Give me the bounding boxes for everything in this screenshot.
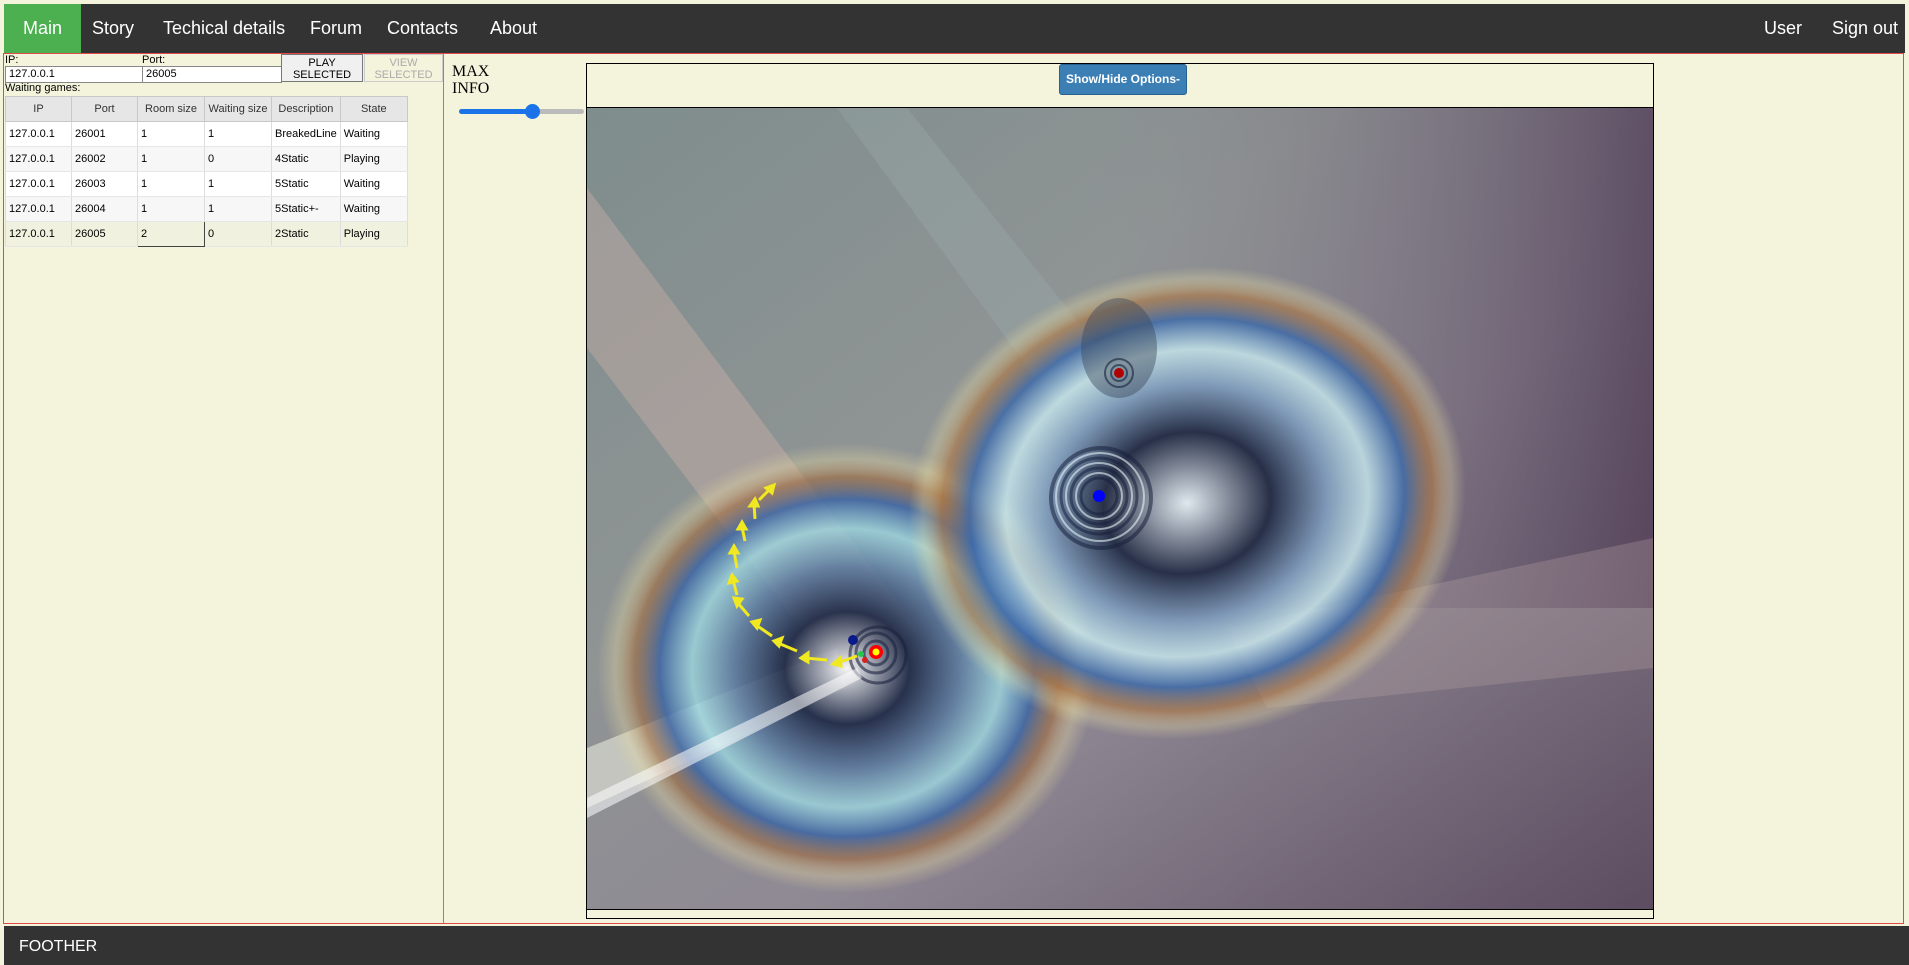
col-description[interactable]: Description: [271, 96, 341, 122]
cell-ip: 127.0.0.1: [5, 121, 72, 147]
games-table: IP Port Room size Waiting size Descripti…: [5, 96, 408, 247]
game-container: Show/Hide Options-: [586, 63, 1654, 919]
col-port[interactable]: Port: [71, 96, 138, 122]
cell-waiting-size: 1: [204, 196, 272, 222]
lobby-panel: IP: Port: 127.0.0.1 26005 PLAY SELECTED …: [4, 54, 444, 923]
cell-room-size-editor[interactable]: 2: [137, 221, 205, 247]
max-label: MAX: [452, 63, 490, 80]
view-selected-label: VIEW SELECTED: [374, 57, 433, 81]
cell-waiting-size: 0: [204, 146, 272, 172]
cell-description: BreakedLine: [271, 121, 341, 147]
blue-charge-particle: [1093, 490, 1105, 502]
cell-port: 26001: [71, 121, 138, 147]
cell-waiting-size: 0: [204, 221, 272, 247]
cell-waiting-size: 1: [204, 121, 272, 147]
cell-description: 5Static: [271, 171, 341, 197]
nav-technical-details[interactable]: Techical details: [144, 4, 304, 53]
field-visualization: [587, 108, 1653, 909]
cell-description: 2Static: [271, 221, 341, 247]
play-selected-button[interactable]: PLAY SELECTED: [281, 54, 363, 82]
table-header-row: IP Port Room size Waiting size Descripti…: [5, 96, 408, 122]
cell-state: Waiting: [339, 171, 408, 197]
waiting-games-title: Waiting games:: [5, 82, 81, 94]
cell-waiting-size: 1: [204, 171, 272, 197]
footer: FOOTHER: [4, 926, 1909, 965]
cell-port: 26002: [71, 146, 138, 172]
show-hide-options-button[interactable]: Show/Hide Options-: [1059, 64, 1187, 95]
nav-about[interactable]: About: [471, 4, 556, 53]
info-label: INFO: [452, 80, 490, 97]
play-selected-label: PLAY SELECTED: [292, 57, 352, 81]
col-waiting-size[interactable]: Waiting size: [204, 96, 272, 122]
table-row[interactable]: 127.0.0.1 26002 1 0 4Static Playing: [5, 146, 408, 172]
view-selected-button[interactable]: VIEW SELECTED: [364, 54, 443, 82]
info-slider[interactable]: [459, 104, 584, 119]
top-nav: Main Story Techical details Forum Contac…: [4, 4, 1905, 53]
nav-sign-out[interactable]: Sign out: [1813, 4, 1909, 53]
col-state[interactable]: State: [339, 96, 408, 122]
slider-fill: [459, 109, 532, 114]
table-row-selected[interactable]: 127.0.0.1 26005 2 0 2Static Playing: [5, 221, 408, 247]
cell-port: 26003: [71, 171, 138, 197]
nav-contacts[interactable]: Contacts: [368, 4, 477, 53]
cell-description: 5Static+-: [271, 196, 341, 222]
cell-ip: 127.0.0.1: [5, 221, 72, 247]
cell-state: Playing: [339, 146, 408, 172]
cell-state: Waiting: [339, 121, 408, 147]
table-row[interactable]: 127.0.0.1 26003 1 1 5Static Waiting: [5, 171, 408, 197]
cell-room-size: 1: [137, 196, 205, 222]
port-input[interactable]: 26005: [142, 66, 282, 83]
col-ip[interactable]: IP: [5, 96, 72, 122]
col-room-size[interactable]: Room size: [137, 96, 205, 122]
cell-state: Playing: [339, 221, 408, 247]
red-charge-particle: [1114, 368, 1124, 378]
cell-ip: 127.0.0.1: [5, 171, 72, 197]
table-row[interactable]: 127.0.0.1 26004 1 1 5Static+- Waiting: [5, 196, 408, 222]
ip-label: IP:: [5, 54, 19, 66]
cell-port: 26004: [71, 196, 138, 222]
slider-thumb[interactable]: [524, 104, 540, 119]
cell-port: 26005: [71, 221, 138, 247]
cell-state: Waiting: [339, 196, 408, 222]
nav-story[interactable]: Story: [73, 4, 153, 53]
cell-room-size: 1: [137, 146, 205, 172]
cell-ip: 127.0.0.1: [5, 196, 72, 222]
cell-room-size: 1: [137, 121, 205, 147]
table-row[interactable]: 127.0.0.1 26001 1 1 BreakedLine Waiting: [5, 121, 408, 147]
cell-room-size: 1: [137, 171, 205, 197]
port-label: Port:: [142, 54, 166, 66]
nav-user[interactable]: User: [1745, 4, 1821, 53]
game-canvas[interactable]: [587, 107, 1653, 910]
ip-input[interactable]: 127.0.0.1: [5, 66, 143, 83]
main-frame: IP: Port: 127.0.0.1 26005 PLAY SELECTED …: [3, 53, 1904, 924]
cell-description: 4Static: [271, 146, 341, 172]
nav-main[interactable]: Main: [4, 4, 82, 53]
cell-ip: 127.0.0.1: [5, 146, 72, 172]
footer-text: FOOTHER: [19, 938, 98, 955]
